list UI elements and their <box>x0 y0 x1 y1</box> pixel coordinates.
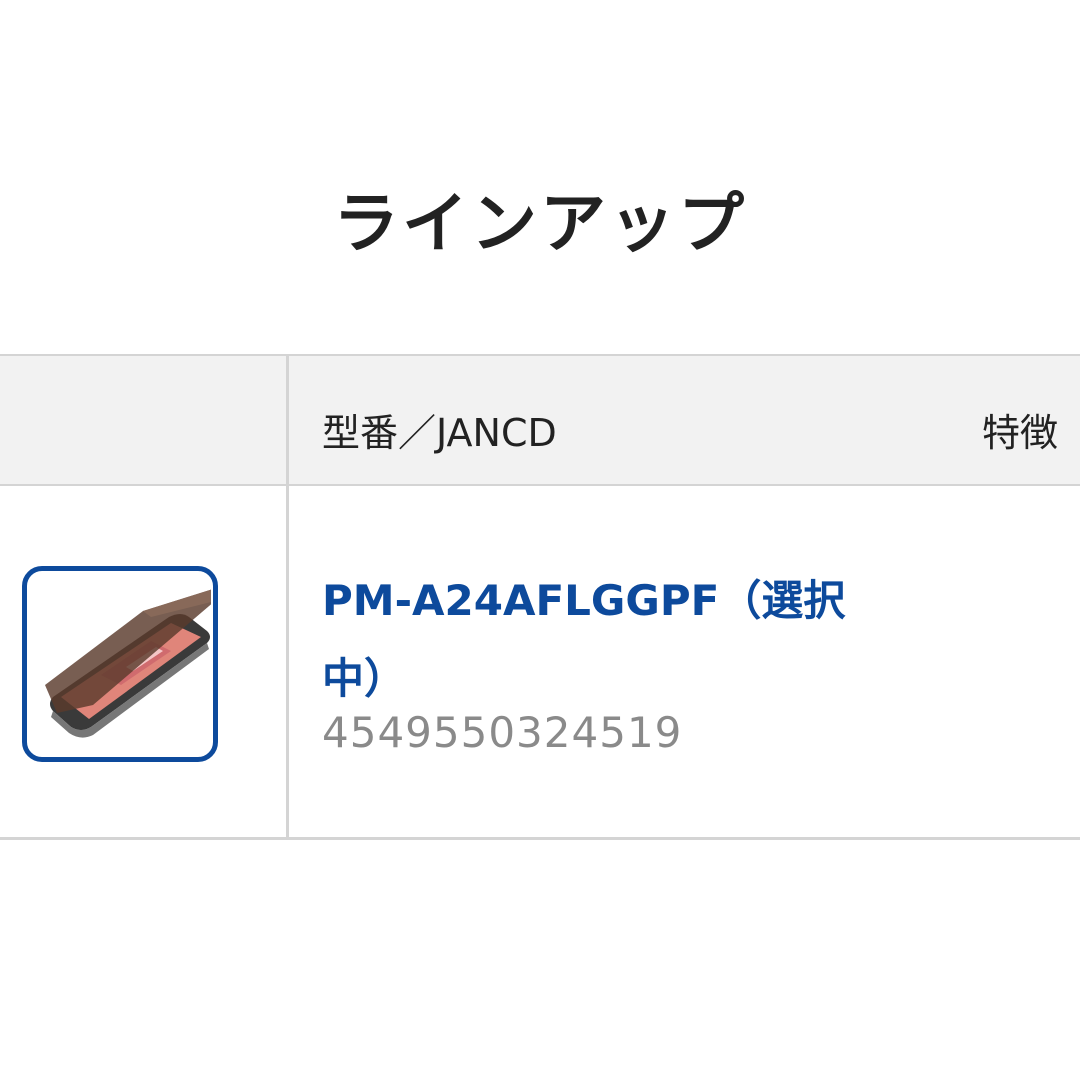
product-image-icon <box>45 589 211 738</box>
product-model-link[interactable]: PM-A24AFLGGPF（選択中） <box>322 562 882 718</box>
header-features: 特徴 <box>982 411 1059 455</box>
product-thumbnail[interactable] <box>22 566 218 762</box>
section-title: ラインアップ <box>333 185 747 262</box>
lineup-table: 型番／JANCD 特徴 PM-A24AFLGGPF（選択中） 454955032… <box>0 354 1080 842</box>
product-jan-code: 4549550324519 <box>322 708 683 757</box>
table-header-row: 型番／JANCD 特徴 <box>0 354 1080 486</box>
column-divider <box>286 354 289 840</box>
header-model-jancd: 型番／JANCD <box>322 411 557 455</box>
table-row: PM-A24AFLGGPF（選択中） 4549550324519 <box>0 486 1080 840</box>
